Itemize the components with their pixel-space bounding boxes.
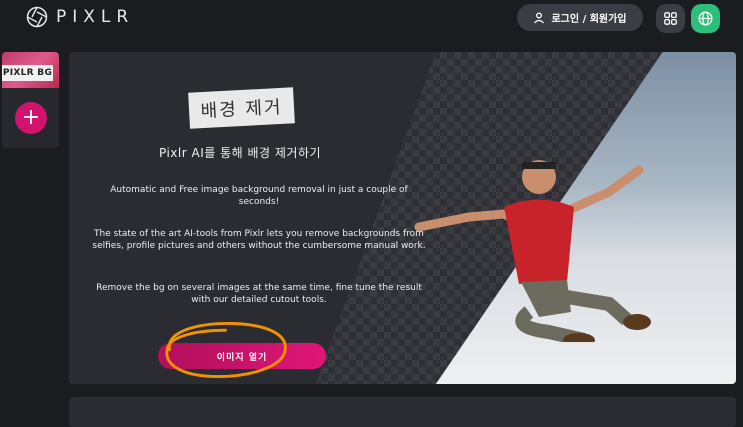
next-section-card <box>69 397 736 427</box>
sidebar: PIXLR BG + <box>2 52 59 148</box>
language-button[interactable] <box>691 4 720 33</box>
login-signup-button[interactable]: 로그인 / 회원가입 <box>517 4 643 31</box>
add-button[interactable]: + <box>15 102 47 134</box>
hero-card: 배경 제거 Pixlr AI를 통해 배경 제거하기 Automatic and… <box>69 52 736 384</box>
jumping-man-illustration <box>414 160 651 342</box>
pixlr-logo-icon <box>26 6 48 28</box>
login-signup-label: 로그인 / 회원가입 <box>551 14 627 25</box>
user-icon <box>534 12 545 23</box>
description-paragraph: The state of the art AI-tools from Pixlr… <box>92 229 426 251</box>
open-image-button[interactable]: 이미지 열기 <box>158 343 326 369</box>
pixlr-logo[interactable]: PIXLR <box>26 6 134 28</box>
description-paragraph: Automatic and Free image background remo… <box>110 185 408 207</box>
logo-text: PIXLR <box>56 7 135 27</box>
page-title: 배경 제거 <box>188 87 295 129</box>
globe-icon <box>698 11 713 26</box>
page-subtitle: Pixlr AI를 통해 배경 제거하기 <box>159 146 322 160</box>
top-bar: PIXLR 로그인 / 회원가입 <box>0 0 743 38</box>
plus-icon: + <box>21 105 41 130</box>
pixlr-bg-label[interactable]: PIXLR BG <box>2 65 53 81</box>
description-paragraph: Remove the bg on several images at the s… <box>96 283 422 305</box>
apps-grid-icon <box>664 12 677 25</box>
apps-button[interactable] <box>656 4 685 33</box>
